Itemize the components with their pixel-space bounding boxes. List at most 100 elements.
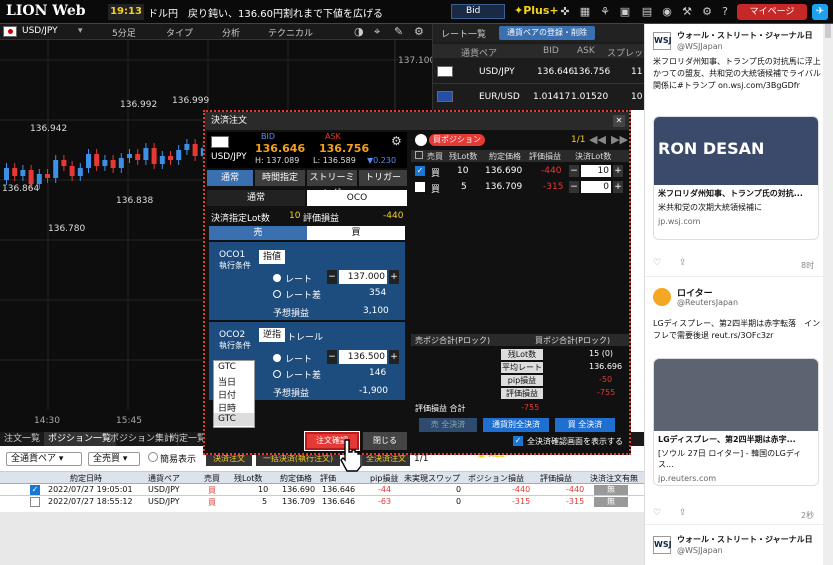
settle-lot-input[interactable]: 0 [581, 181, 611, 193]
buy-all-settle-button[interactable]: 買 全決済 [555, 418, 615, 432]
position-row[interactable]: 買 5 136.709 -315 − 0 + [411, 180, 629, 195]
plus-button[interactable]: + [389, 270, 399, 284]
sell-all-settle-button[interactable]: 売 全決済 [419, 418, 477, 432]
select-all-checkbox[interactable] [415, 151, 423, 159]
price-label: 136.838 [116, 196, 154, 206]
plus-logo[interactable]: ✦Plus+ [514, 4, 559, 17]
tweet-card[interactable]: RON DESAN 米フロリダ州知事、トランプ氏の対抗... 米共和党の次期大統… [653, 116, 819, 240]
side-filter[interactable]: 全売買 ▾ [88, 452, 140, 466]
buy-position-badge[interactable]: 買ポジション [429, 134, 485, 146]
close-button[interactable]: 閉じる [363, 432, 407, 450]
stop-select[interactable]: 逆指 [259, 328, 285, 342]
pen-icon[interactable]: ✎ [394, 25, 403, 38]
register-pair-button[interactable]: 通貨ペアの登録・削除 [499, 26, 595, 40]
heart-icon[interactable]: ♡ [653, 258, 661, 268]
technical-select[interactable]: テクニカル [268, 26, 313, 39]
news-ticker[interactable]: ドル円 戻り鈍い、136.60円割れまで下値を広げる [148, 5, 383, 20]
share-icon[interactable]: ⇪ [679, 258, 687, 268]
bid-price[interactable]: 136.646 [255, 142, 305, 155]
chart-type-select[interactable]: タイプ [166, 26, 193, 39]
prev-page-icon[interactable]: ◀◀ [589, 133, 606, 146]
crosshair-icon[interactable]: ⌖ [374, 25, 380, 39]
tab-streaming[interactable]: ストリーミング [307, 170, 357, 199]
row-checkbox[interactable]: ✓ [415, 166, 425, 176]
rate-radio[interactable] [273, 354, 281, 362]
tab-orders[interactable]: 注文一覧 [0, 432, 46, 446]
dropdown-selected[interactable]: GTC [214, 413, 254, 426]
mypage-button[interactable]: マイページ [737, 4, 807, 20]
bid-ask-select[interactable]: Bid [451, 4, 505, 19]
rate-row[interactable]: USD/JPY 136.646 136.756 11 [433, 60, 645, 84]
tools-icon[interactable]: ⚒ [680, 5, 694, 19]
heart-icon[interactable]: ♡ [653, 508, 661, 518]
row-checkbox[interactable] [415, 182, 425, 192]
tab-time[interactable]: 時間指定 [255, 170, 305, 186]
settings-icon[interactable]: ⚙ [414, 25, 424, 38]
plus-button[interactable]: + [389, 350, 399, 364]
dropdown-option[interactable]: 日付 [214, 387, 254, 401]
minus-button[interactable]: − [327, 270, 337, 284]
avatar: WSJ [653, 536, 672, 554]
plus-button[interactable]: + [613, 165, 623, 177]
grid-icon[interactable]: ✜ [558, 5, 572, 19]
table-row[interactable]: ✓ 2022/07/27 19:05:01 USD/JPY 買 10 136.6… [0, 484, 644, 496]
position-toggle-icon[interactable] [415, 134, 427, 146]
minus-button[interactable]: − [569, 181, 579, 193]
layout-icon[interactable]: ▦ [578, 5, 592, 19]
dropdown-option[interactable]: 当日 [214, 374, 254, 388]
period-select[interactable]: 5分足 [112, 26, 136, 39]
help-icon[interactable]: ? [718, 5, 732, 19]
minus-button[interactable]: − [327, 350, 337, 364]
pair-filter[interactable]: 全通貨ペア ▾ [6, 452, 82, 466]
palette-icon[interactable]: ◑ [354, 25, 364, 38]
buy-toggle[interactable]: 買 [307, 226, 405, 240]
trail-option[interactable]: トレール [287, 330, 323, 343]
twitter-icon[interactable]: ✈ [812, 4, 828, 20]
simple-view-radio[interactable] [148, 452, 158, 462]
globe-icon[interactable]: ◉ [660, 5, 674, 19]
tab-rate-list[interactable]: レート一覧 [441, 27, 486, 40]
ask-price[interactable]: 136.756 [319, 142, 369, 155]
rate-radio[interactable] [273, 274, 281, 282]
settle-lot-input[interactable]: 10 [581, 165, 611, 177]
sell-toggle[interactable]: 売 [209, 226, 307, 240]
show-confirm-checkbox[interactable]: ✓ [513, 436, 523, 446]
subtab-oco[interactable]: OCO [307, 190, 407, 206]
rate-row[interactable]: EUR/USD 1.01417 1.01520 10 [433, 85, 645, 109]
close-icon[interactable]: ✕ [613, 115, 625, 127]
rate-diff-radio[interactable] [273, 290, 281, 298]
twitter-feed[interactable]: WSJ ウォール・ストリート・ジャーナル日 @WSJJapan 米フロリダ州知事… [644, 24, 833, 565]
position-row[interactable]: ✓ 買 10 136.690 -440 − 10 + [411, 164, 629, 179]
table-row[interactable]: 2022/07/27 18:55:12 USD/JPY 買 5 136.709 … [0, 496, 644, 508]
dropdown-option[interactable]: 日時 [214, 400, 254, 414]
chart-icon[interactable]: ▤ [640, 5, 654, 19]
candle [184, 144, 190, 150]
rate-diff-radio[interactable] [273, 370, 281, 378]
gear-icon[interactable]: ⚙ [391, 134, 402, 148]
scrollbar[interactable] [823, 24, 833, 565]
limit-select[interactable]: 指値 [259, 250, 285, 264]
tweet-card[interactable]: LGディスプレー、第2四半期は赤字... [ソウル 27日 ロイター] - 韓国… [653, 358, 819, 486]
candle [45, 174, 50, 178]
subtab-normal[interactable]: 通常 [207, 190, 305, 206]
chart-pair[interactable]: USD/JPY [22, 26, 58, 36]
sitemap-icon[interactable]: ⚘ [598, 5, 612, 19]
expiry-dropdown[interactable]: GTC 当日 日付 日時 GTC [213, 360, 255, 428]
oco1-rate-input[interactable]: 137.000 [339, 270, 387, 284]
multi-window-icon[interactable]: ▣ [618, 5, 632, 19]
pair-all-settle-button[interactable]: 通貨別全決済 [483, 418, 549, 432]
lionweb-logo: LION Web [6, 3, 86, 19]
row-checkbox[interactable] [30, 497, 40, 507]
row-checkbox[interactable]: ✓ [30, 485, 40, 495]
share-icon[interactable]: ⇪ [679, 508, 687, 518]
tab-trigger[interactable]: トリガー [359, 170, 407, 186]
analysis-select[interactable]: 分析 [222, 26, 240, 39]
plus-button[interactable]: + [613, 181, 623, 193]
next-page-icon[interactable]: ▶▶ [611, 133, 628, 146]
oco2-rate-input[interactable]: 136.500 [339, 350, 387, 364]
dropdown-option[interactable]: GTC [214, 361, 254, 374]
gear-icon[interactable]: ⚙ [700, 5, 714, 19]
minus-button[interactable]: − [569, 165, 579, 177]
tab-normal[interactable]: 通常 [207, 170, 253, 186]
chevron-down-icon[interactable]: ▾ [78, 26, 83, 36]
